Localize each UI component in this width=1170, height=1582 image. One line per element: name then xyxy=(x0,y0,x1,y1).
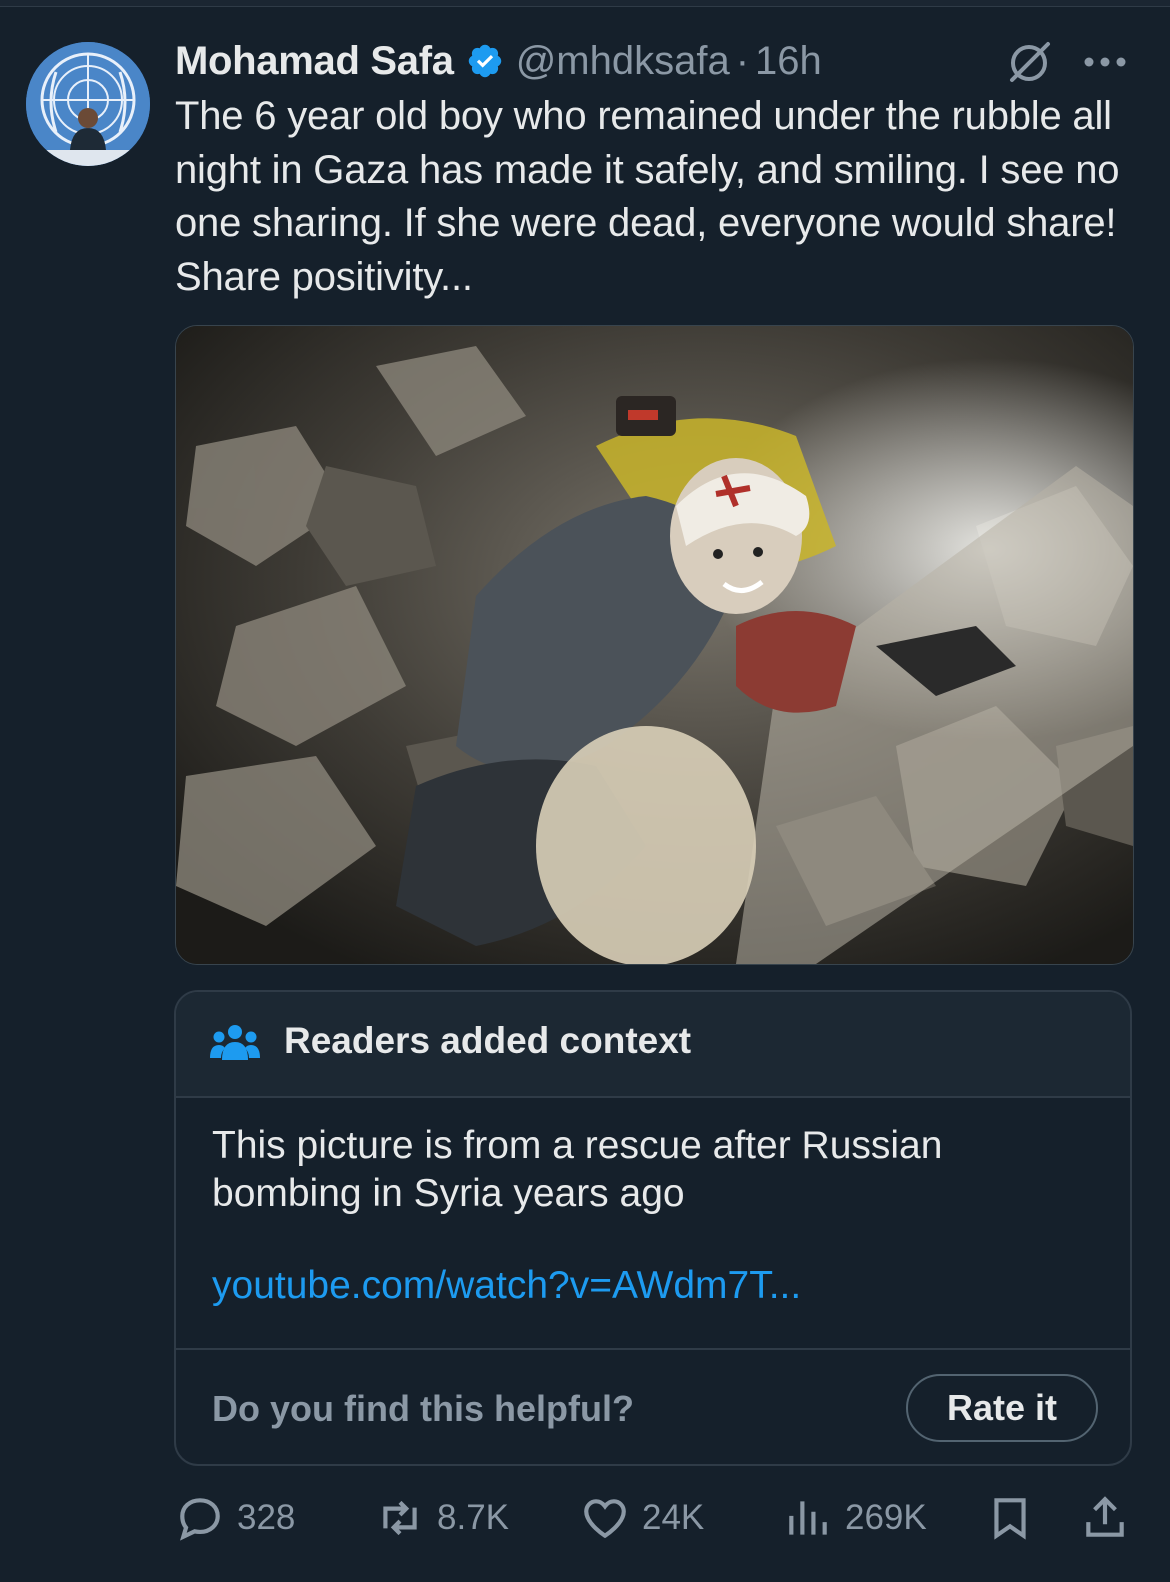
like-button[interactable]: 24K xyxy=(580,1490,704,1546)
bookmark-icon xyxy=(994,1498,1026,1540)
reply-icon xyxy=(180,1498,220,1541)
helpful-question: Do you find this helpful? xyxy=(212,1388,634,1429)
author-avatar[interactable] xyxy=(26,42,150,166)
un-emblem-avatar-icon xyxy=(26,42,150,166)
like-count: 24K xyxy=(642,1498,705,1537)
rescue-photo-icon xyxy=(176,326,1133,964)
post-header: Mohamad Safa @mhdksafa · 16h xyxy=(175,36,1135,86)
community-note: Readers added context This picture is fr… xyxy=(174,990,1132,1466)
repost-count: 8.7K xyxy=(437,1498,509,1537)
more-options-icon[interactable] xyxy=(1080,44,1130,80)
post-text: The 6 year old boy who remained under th… xyxy=(175,94,1120,299)
people-icon xyxy=(210,1025,260,1060)
post-timestamp[interactable]: 16h xyxy=(755,39,822,84)
community-note-header: Readers added context xyxy=(176,992,1130,1098)
repost-icon xyxy=(383,1500,417,1536)
analytics-icon xyxy=(789,1501,827,1535)
community-note-link[interactable]: youtube.com/watch?v=AWdm7T... xyxy=(212,1264,801,1308)
share-icon xyxy=(1086,1496,1124,1537)
reply-button[interactable]: 328 xyxy=(175,1490,295,1546)
author-name[interactable]: Mohamad Safa xyxy=(175,39,454,84)
top-divider xyxy=(0,0,1170,7)
community-note-title: Readers added context xyxy=(284,1020,692,1061)
heart-icon xyxy=(584,1499,626,1539)
repost-button[interactable]: 8.7K xyxy=(375,1490,509,1546)
separator-dot: · xyxy=(735,38,750,83)
community-note-body: This picture is from a rescue after Russ… xyxy=(212,1124,943,1215)
community-note-footer: Do you find this helpful? Rate it xyxy=(176,1348,1130,1466)
verified-badge-icon[interactable] xyxy=(466,42,504,80)
share-button[interactable] xyxy=(1080,1490,1130,1546)
rate-it-button[interactable]: Rate it xyxy=(906,1374,1098,1442)
grok-icon[interactable] xyxy=(1006,40,1052,86)
views-count: 269K xyxy=(845,1498,927,1537)
views-button[interactable]: 269K xyxy=(783,1490,927,1546)
author-handle[interactable]: @mhdksafa xyxy=(516,39,730,84)
action-bar: 328 8.7K 24K 269K xyxy=(175,1490,1135,1546)
bookmark-button[interactable] xyxy=(985,1490,1035,1546)
reply-count: 328 xyxy=(237,1498,296,1537)
post-image[interactable] xyxy=(175,325,1134,965)
